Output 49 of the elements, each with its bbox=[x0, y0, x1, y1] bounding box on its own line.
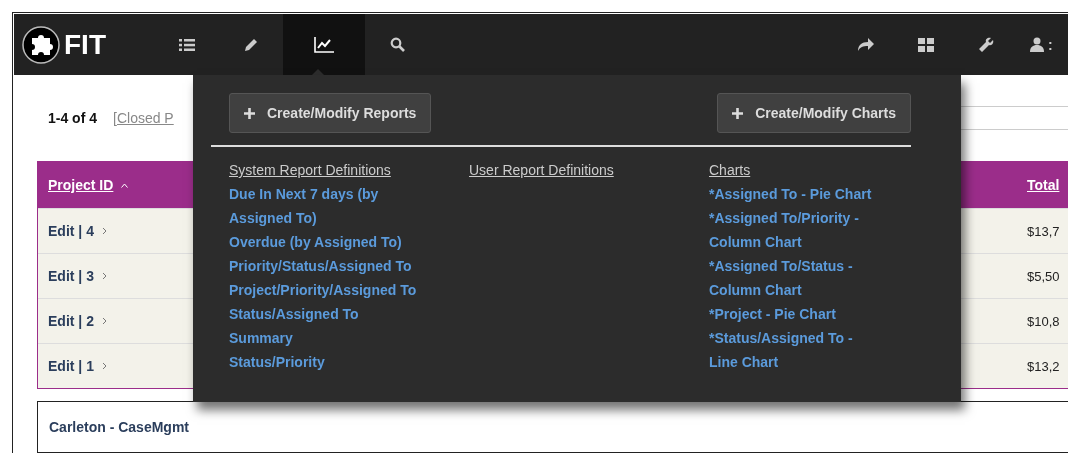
report-link[interactable]: Status/Assigned To bbox=[229, 302, 359, 326]
report-link[interactable]: Due In Next 7 days (by Assigned To) bbox=[229, 182, 434, 230]
create-button[interactable]: Create/Modify Charts bbox=[717, 93, 911, 133]
table-cell: $13,2 bbox=[1027, 359, 1060, 374]
chevron-icon[interactable] bbox=[101, 317, 107, 325]
report-link[interactable]: Summary bbox=[229, 326, 293, 350]
edit-link[interactable]: Edit | 2 bbox=[48, 313, 94, 329]
column-header[interactable]: Total bbox=[1027, 177, 1060, 193]
table-cell: $13,7 bbox=[1027, 224, 1060, 239]
plus-icon bbox=[732, 107, 744, 119]
report-link[interactable]: Status/Priority bbox=[229, 350, 325, 374]
edit-link[interactable]: Edit | 1 bbox=[48, 358, 94, 374]
grid-icon[interactable] bbox=[918, 37, 934, 52]
search-icon bbox=[389, 37, 405, 52]
section-heading-link[interactable]: User Report Definitions bbox=[469, 158, 614, 182]
report-link[interactable]: *Assigned To - Pie Chart bbox=[709, 182, 872, 206]
report-link[interactable]: *Project - Pie Chart bbox=[709, 302, 836, 326]
pencil-icon bbox=[244, 37, 258, 52]
report-link[interactable]: *Assigned To/Priority - Column Chart bbox=[709, 206, 879, 254]
table-cell: $5,50 bbox=[1027, 269, 1060, 284]
edit-link[interactable]: Edit | 3 bbox=[48, 268, 94, 284]
line-chart-icon bbox=[314, 36, 334, 53]
report-link[interactable]: Overdue (by Assigned To) bbox=[229, 230, 402, 254]
footer-title: Carleton - CaseMgmt bbox=[49, 419, 190, 435]
chevron-icon[interactable] bbox=[101, 272, 107, 280]
user-icon[interactable] bbox=[1030, 37, 1044, 52]
curved-arrow-icon[interactable] bbox=[857, 37, 875, 52]
sort-caret-icon[interactable] bbox=[121, 182, 129, 188]
report-link[interactable]: *Assigned To/Status - Column Chart bbox=[709, 254, 879, 302]
chevron-icon[interactable] bbox=[101, 362, 107, 370]
nav-tab[interactable] bbox=[283, 14, 365, 75]
column-header[interactable]: Project ID bbox=[48, 177, 114, 193]
puzzle-logo-icon bbox=[22, 25, 60, 64]
report-link[interactable]: *Status/Assigned To - Line Chart bbox=[709, 326, 879, 374]
section-heading-link[interactable]: Charts bbox=[709, 158, 751, 182]
chevron-icon[interactable] bbox=[101, 227, 107, 235]
plus-icon bbox=[244, 107, 255, 119]
report-link[interactable]: Project/Priority/Assigned To bbox=[229, 278, 417, 302]
list-icon bbox=[179, 37, 195, 52]
filter-link[interactable]: [Closed P bbox=[113, 110, 174, 126]
record-count: 1-4 of 4 bbox=[48, 110, 97, 126]
table-cell: $10,8 bbox=[1027, 314, 1060, 329]
section-heading-link[interactable]: System Report Definitions bbox=[229, 158, 391, 182]
logo-text: FIT bbox=[64, 28, 106, 61]
user-name[interactable]: : bbox=[1048, 36, 1053, 53]
wrench-icon[interactable] bbox=[978, 36, 994, 53]
create-button[interactable]: Create/Modify Reports bbox=[229, 93, 432, 133]
report-link[interactable]: Priority/Status/Assigned To bbox=[229, 254, 412, 278]
edit-link[interactable]: Edit | 4 bbox=[48, 223, 94, 239]
